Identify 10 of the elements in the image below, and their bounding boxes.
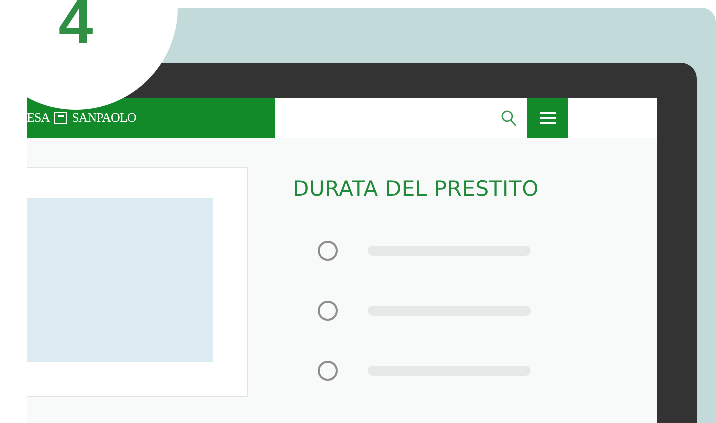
search-icon[interactable] [501,110,517,126]
logo-text: ESA [27,110,50,126]
logo-text: SANPAOLO [72,110,136,126]
menu-button[interactable] [527,98,568,138]
section-title: DURATA DEL PRESTITO [293,177,540,201]
radio-button[interactable] [318,241,338,261]
radio-button[interactable] [318,301,338,321]
menu-icon [540,112,556,124]
logo-emblem-icon [54,112,68,124]
radio-button[interactable] [318,361,338,381]
